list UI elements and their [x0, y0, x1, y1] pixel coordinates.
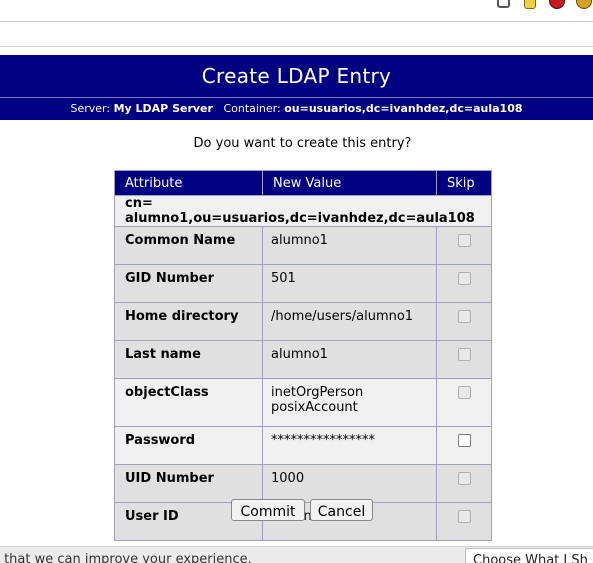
attribute-name: GID Number	[114, 264, 263, 303]
table-row: Common Name alumno1	[114, 226, 492, 265]
skip-cell	[436, 264, 492, 303]
attribute-name: Password	[114, 426, 263, 465]
header-new-value: New Value	[262, 170, 437, 196]
table-row: Last name alumno1	[114, 340, 492, 379]
attribute-name: Home directory	[114, 302, 263, 341]
attribute-name: Common Name	[114, 226, 263, 265]
notification-bar: o that we can improve your experience. C…	[0, 546, 593, 563]
table-header-row: Attribute New Value Skip	[114, 170, 492, 196]
tooltip-icon[interactable]	[497, 0, 510, 8]
skip-checkbox[interactable]	[457, 510, 471, 523]
secondary-bar	[0, 22, 593, 47]
attribute-value: alumno1	[262, 340, 437, 379]
attribute-value: 1000	[262, 464, 437, 503]
header-attribute: Attribute	[114, 170, 263, 196]
server-label: Server:	[70, 102, 111, 115]
attribute-value: 501	[262, 264, 437, 303]
cancel-button[interactable]: Cancel	[310, 499, 373, 521]
skip-checkbox[interactable]	[457, 434, 471, 447]
attribute-value: alumno1	[262, 226, 437, 265]
notification-text: o that we can improve your experience.	[0, 552, 252, 563]
header-skip: Skip	[436, 170, 492, 196]
toolbar-icons	[483, 0, 593, 14]
container-value: ou=usuarios,dc=ivanhdez,dc=aula108	[284, 102, 523, 115]
objectclass-value-2: posixAccount	[271, 400, 358, 415]
skip-cell	[436, 226, 492, 265]
attribute-name: UID Number	[114, 464, 263, 503]
dn-value: cn= alumno1,ou=usuarios,dc=ivanhdez,dc=a…	[114, 195, 492, 227]
page-title: Create LDAP Entry	[201, 64, 392, 88]
container-label: Container:	[223, 102, 281, 115]
table-row: Password ****************	[114, 426, 492, 465]
attribute-name: Last name	[114, 340, 263, 379]
objectclass-value-1: inetOrgPerson	[271, 385, 364, 400]
header-divider	[0, 97, 593, 98]
skip-cell	[436, 302, 492, 341]
table-row: UID Number 1000	[114, 464, 492, 503]
skip-checkbox[interactable]	[457, 272, 471, 285]
server-value: My LDAP Server	[113, 102, 213, 115]
skip-cell	[436, 426, 492, 465]
browser-toolbar	[0, 0, 593, 22]
skip-checkbox[interactable]	[457, 348, 471, 361]
skip-checkbox[interactable]	[457, 310, 471, 323]
attribute-value: inetOrgPerson posixAccount	[262, 378, 437, 427]
bug-icon[interactable]	[549, 0, 565, 9]
skip-cell	[436, 464, 492, 503]
server-info: Server: My LDAP Server Container: ou=usu…	[0, 102, 593, 115]
skip-cell	[436, 340, 492, 379]
choose-share-button[interactable]: Choose What I Sh	[465, 548, 593, 563]
face-icon[interactable]	[576, 0, 592, 9]
attribute-value: /home/users/alumno1	[262, 302, 437, 341]
table-row: GID Number 501	[114, 264, 492, 303]
attribute-name: objectClass	[114, 378, 263, 427]
entry-table: Attribute New Value Skip cn= alumno1,ou=…	[114, 170, 492, 541]
page-header: Create LDAP Entry Server: My LDAP Server…	[0, 55, 593, 120]
skip-checkbox[interactable]	[457, 472, 471, 485]
skip-cell	[436, 502, 492, 541]
skip-checkbox[interactable]	[457, 234, 471, 247]
skip-cell	[436, 378, 492, 427]
commit-button[interactable]: Commit	[231, 499, 305, 521]
table-row: Home directory /home/users/alumno1	[114, 302, 492, 341]
attribute-value: ****************	[262, 426, 437, 465]
skip-checkbox[interactable]	[457, 386, 471, 399]
table-row: objectClass inetOrgPerson posixAccount	[114, 378, 492, 427]
confirm-question: Do you want to create this entry?	[193, 136, 412, 151]
dn-row: cn= alumno1,ou=usuarios,dc=ivanhdez,dc=a…	[114, 195, 492, 227]
bulb-icon[interactable]	[524, 0, 536, 9]
